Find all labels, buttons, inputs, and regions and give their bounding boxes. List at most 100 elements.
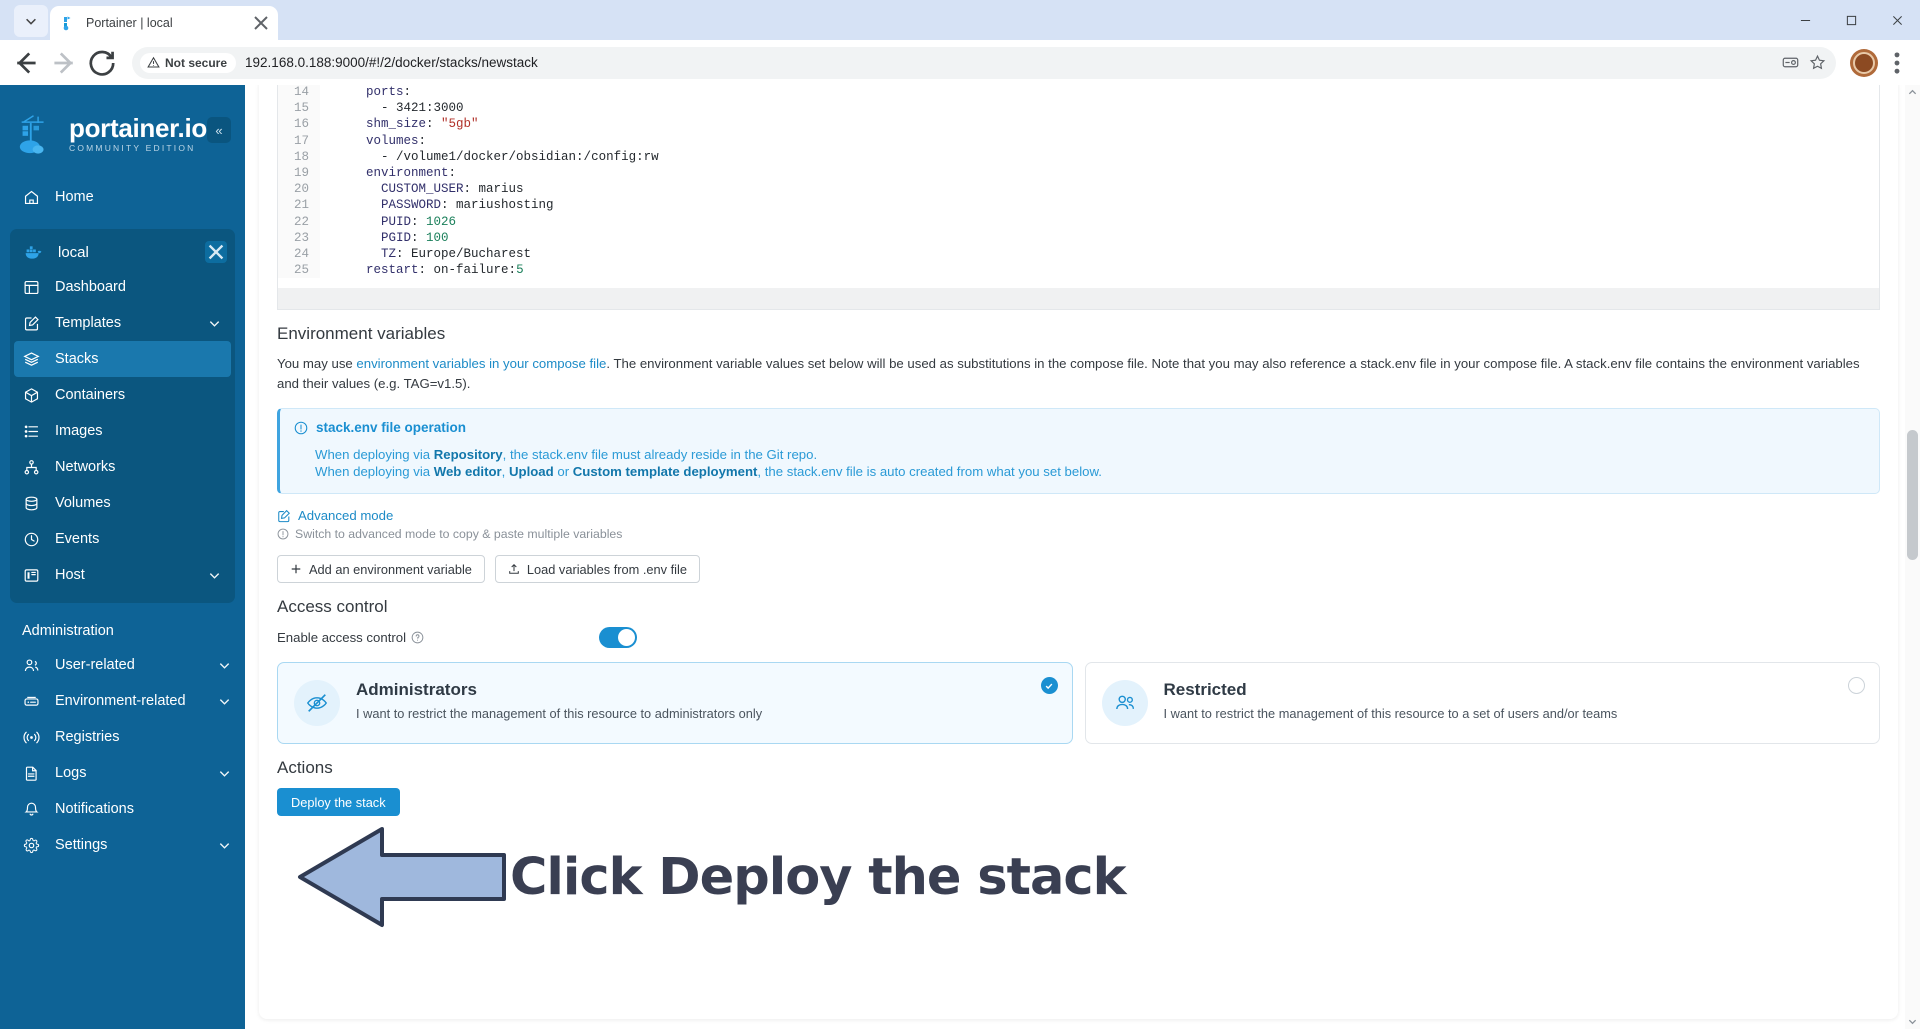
sidebar-nav: Home local Dashboard Templates Stacks Conta… (0, 179, 245, 863)
stacks-icon (22, 350, 41, 369)
line-content: PUID: 1026 (381, 214, 457, 229)
images-icon (22, 422, 41, 441)
profile-avatar[interactable] (1850, 48, 1878, 77)
tab-close-button[interactable] (252, 14, 270, 32)
back-arrow-icon (17, 51, 36, 74)
payment-card-icon[interactable] (1782, 54, 1799, 71)
code-line: 19 environment: (278, 164, 1879, 182)
environment-icon (22, 692, 41, 711)
browser-tab[interactable]: Portainer | local (50, 6, 278, 40)
forward-button[interactable] (48, 47, 80, 79)
deploy-stack-button[interactable]: Deploy the stack (277, 788, 400, 816)
reload-icon (89, 50, 115, 76)
scroll-down-arrow-icon[interactable] (1908, 1017, 1917, 1026)
infobox-line-2: When deploying via Web editor, Upload or… (294, 463, 1863, 480)
address-bar[interactable]: Not secure 192.168.0.188:9000/#!/2/docke… (132, 46, 1836, 79)
reload-button[interactable] (86, 47, 118, 79)
sidebar-item-label: Environment-related (55, 693, 186, 709)
tab-search-button[interactable] (14, 5, 48, 37)
question-circle-icon[interactable] (411, 631, 424, 644)
chevron-down-icon[interactable] (218, 839, 231, 852)
add-environment-variable-button[interactable]: Add an environment variable (277, 555, 485, 583)
sidebar-item-templates[interactable]: Templates (10, 305, 235, 341)
sidebar-item-images[interactable]: Images (10, 413, 235, 449)
sidebar-item-label: Logs (55, 765, 87, 781)
administration-title: Administration (22, 623, 114, 639)
load-variables-button[interactable]: Load variables from .env file (494, 555, 700, 583)
browser-menu-button[interactable] (1884, 47, 1910, 79)
chevron-down-icon[interactable] (218, 767, 231, 780)
sidebar-item-label: Home (55, 189, 94, 205)
line1-b: Repository (433, 447, 503, 462)
card-subtitle: I want to restrict the management of thi… (1163, 706, 1618, 721)
templates-icon (22, 314, 41, 333)
sidebar-item-notifications[interactable]: Notifications (0, 791, 245, 827)
chevron-down-icon[interactable] (208, 317, 221, 330)
upload-icon (508, 563, 520, 575)
line-content: PASSWORD: mariushosting (381, 198, 554, 213)
line-number: 17 (278, 132, 320, 149)
chevron-down-icon[interactable] (218, 695, 231, 708)
sidebar-item-label: Events (55, 531, 100, 547)
enable-access-control-toggle[interactable] (599, 627, 638, 648)
home-icon (22, 188, 41, 207)
compose-env-link[interactable]: environment variables in your compose fi… (356, 356, 606, 371)
sidebar-item-volumes[interactable]: Volumes (10, 485, 235, 521)
desc-pre: You may use (277, 356, 357, 371)
line-number: 22 (278, 213, 320, 230)
scrollbar-thumb[interactable] (1907, 430, 1918, 560)
code-line: 22 PUID: 1026 (278, 213, 1879, 230)
window-close-button[interactable] (1874, 0, 1920, 40)
docker-whale-icon (22, 243, 46, 262)
sidebar-item-containers[interactable]: Containers (10, 377, 235, 413)
sidebar-item-events[interactable]: Events (10, 521, 235, 557)
access-card-restricted[interactable]: Restricted I want to restrict the manage… (1084, 662, 1880, 744)
compose-editor[interactable]: 14 ports: 15 - 3421:3000 16 shm_size: "5gb… (277, 85, 1880, 288)
scroll-up-arrow-icon[interactable] (1908, 88, 1917, 97)
access-card-administrators[interactable]: Administrators I want to restrict the ma… (277, 662, 1073, 744)
chevron-down-icon[interactable] (218, 659, 231, 672)
sidebar-collapse-button[interactable]: « (206, 117, 231, 143)
advanced-mode-link[interactable]: Advanced mode (277, 508, 1898, 523)
plus-icon (290, 563, 302, 575)
environment-header[interactable]: local (10, 235, 235, 269)
infobox-line-1: When deploying via Repository, the stack… (294, 446, 1863, 463)
code-line: 14 ports: (278, 85, 1879, 101)
sidebar-item-settings[interactable]: Settings (0, 827, 245, 863)
toggle-knob (618, 629, 636, 646)
enable-access-control-label: Enable access control (277, 630, 424, 645)
window-maximize-button[interactable] (1828, 0, 1874, 40)
eye-off-icon (294, 680, 340, 726)
sidebar-header: portainer.io COMMUNITY EDITION « (0, 85, 245, 157)
card-subtitle: I want to restrict the management of thi… (356, 706, 763, 721)
line-content: restart: on-failure:5 (366, 263, 524, 278)
window-minimize-button[interactable] (1782, 0, 1828, 40)
forward-arrow-icon (54, 51, 73, 74)
line-content: shm_size: "5gb" (366, 117, 479, 132)
security-indicator[interactable]: Not secure (140, 52, 237, 73)
line-content: PGID: 100 (381, 230, 449, 245)
sidebar-item-stacks[interactable]: Stacks (14, 341, 231, 377)
security-label: Not secure (165, 55, 228, 70)
sidebar-item-logs[interactable]: Logs (0, 755, 245, 791)
sidebar-item-networks[interactable]: Networks (10, 449, 235, 485)
code-line: 18 - /volume1/docker/obsidian:/config:rw (278, 148, 1879, 165)
sidebar-item-home[interactable]: Home (0, 179, 245, 215)
sidebar-item-user-related[interactable]: User-related (0, 647, 245, 683)
sidebar-item-registries[interactable]: Registries (0, 719, 245, 755)
sidebar-item-dashboard[interactable]: Dashboard (10, 269, 235, 305)
portainer-logo[interactable]: portainer.io COMMUNITY EDITION (18, 111, 207, 157)
page-scrollbar[interactable] (1905, 85, 1920, 1029)
sidebar-item-environment-related[interactable]: Environment-related (0, 683, 245, 719)
bookmark-star-icon[interactable] (1809, 54, 1826, 71)
window-controls (1782, 0, 1920, 40)
infobox-title: stack.env file operation (316, 420, 467, 435)
code-line: 15 - 3421:3000 (278, 100, 1879, 117)
sidebar-item-host[interactable]: Host (10, 557, 235, 593)
stack-form-card: 14 ports: 15 - 3421:3000 16 shm_size: "5gb… (259, 85, 1898, 1019)
line-content: TZ: Europe/Bucharest (381, 246, 532, 261)
back-button[interactable] (10, 47, 42, 79)
edit-square-icon (277, 509, 291, 523)
chevron-down-icon[interactable] (208, 569, 221, 582)
environment-close-button[interactable] (205, 241, 227, 263)
